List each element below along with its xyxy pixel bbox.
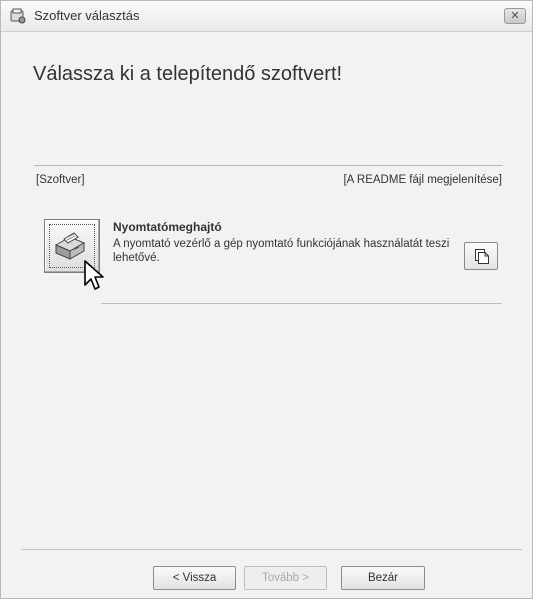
- window-title: Szoftver választás: [34, 8, 140, 23]
- close-button[interactable]: Bezár: [341, 566, 425, 590]
- mouse-pointer-icon: [84, 260, 104, 290]
- back-button[interactable]: < Vissza: [153, 566, 236, 590]
- software-item-title: Nyomtatómeghajtó: [113, 220, 222, 234]
- item-divider: [101, 303, 502, 304]
- next-button[interactable]: Tovább >: [244, 566, 327, 590]
- software-column-header: [Szoftver]: [36, 174, 85, 186]
- app-icon: [10, 8, 26, 24]
- software-selection-window: Szoftver választás ✕ Válassza ki a telep…: [0, 0, 533, 599]
- footer-divider: [21, 549, 522, 550]
- software-item-description: A nyomtató vezérlő a gép nyomtató funkci…: [113, 238, 450, 264]
- readme-button[interactable]: [464, 242, 498, 270]
- readme-column-header: [A README fájl megjelenítése]: [343, 174, 502, 186]
- close-icon[interactable]: ✕: [504, 8, 526, 24]
- page-heading: Válassza ki a telepítendő szoftvert!: [33, 63, 343, 85]
- printer-icon: [54, 232, 86, 260]
- document-icon: [475, 249, 489, 264]
- title-bar[interactable]: Szoftver választás ✕: [1, 1, 532, 32]
- divider: [34, 165, 503, 166]
